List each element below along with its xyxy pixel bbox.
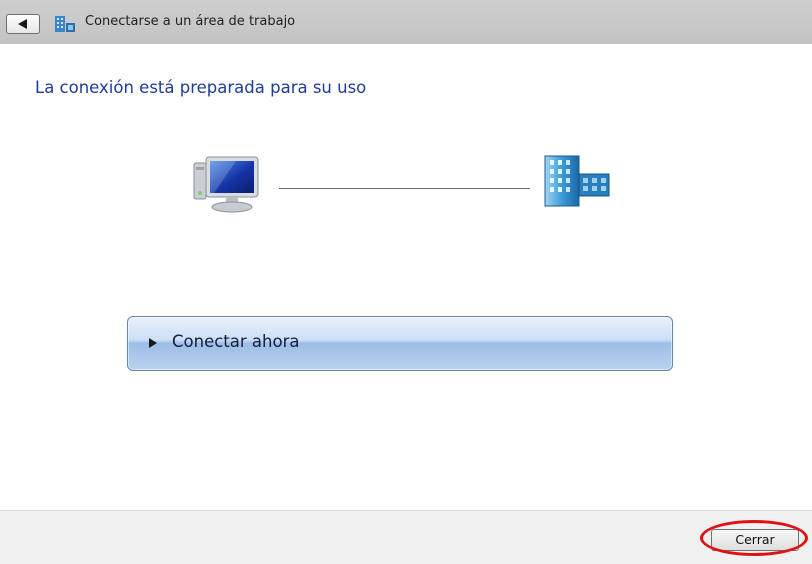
window-title: Conectarse a un área de trabajo bbox=[85, 14, 296, 29]
footer-bar: Cerrar bbox=[0, 510, 812, 564]
workplace-connection-icon bbox=[55, 16, 75, 32]
back-arrow-icon bbox=[18, 19, 27, 29]
connection-line bbox=[279, 188, 530, 189]
connect-now-button[interactable]: Conectar ahora bbox=[127, 316, 673, 371]
play-arrow-icon bbox=[149, 338, 157, 348]
computer-icon bbox=[193, 156, 259, 213]
status-heading: La conexión está preparada para su uso bbox=[35, 78, 367, 97]
close-button[interactable]: Cerrar bbox=[711, 529, 799, 551]
title-bar: Conectarse a un área de trabajo bbox=[0, 0, 812, 44]
back-button[interactable] bbox=[6, 14, 40, 34]
connect-now-label: Conectar ahora bbox=[172, 332, 300, 351]
workplace-building-icon bbox=[544, 155, 610, 207]
